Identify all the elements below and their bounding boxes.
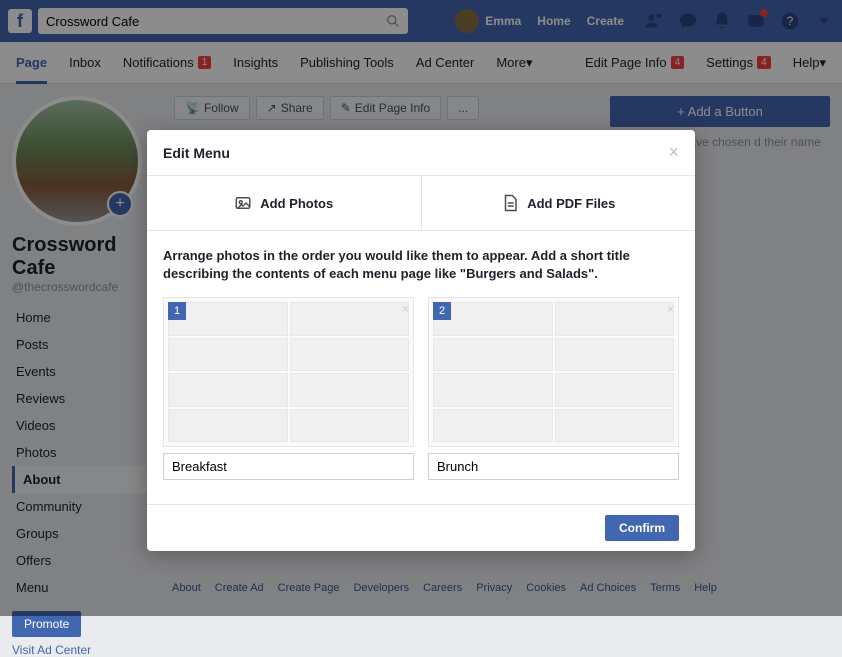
instruction-text: Arrange photos in the order you would li… xyxy=(163,247,679,283)
modal-overlay: Edit Menu × Add Photos Add PDF Files Arr… xyxy=(0,0,842,616)
close-icon[interactable]: × xyxy=(668,142,679,163)
visit-ad-center-link[interactable]: Visit Ad Center xyxy=(12,643,162,657)
modal-header: Edit Menu × xyxy=(147,130,695,176)
tab-label: Add Photos xyxy=(260,196,333,211)
photos-row: 1 × 2 × xyxy=(163,297,679,480)
photos-icon xyxy=(234,194,252,212)
menu-photo-2[interactable]: 2 × xyxy=(428,297,679,447)
add-pdf-tab[interactable]: Add PDF Files xyxy=(422,176,696,230)
order-badge: 2 xyxy=(433,302,451,320)
tab-label: Add PDF Files xyxy=(527,196,615,211)
menu-title-input-1[interactable] xyxy=(163,453,414,480)
photo-group-2: 2 × xyxy=(428,297,679,480)
confirm-button[interactable]: Confirm xyxy=(605,515,679,541)
menu-title-input-2[interactable] xyxy=(428,453,679,480)
add-photos-tab[interactable]: Add Photos xyxy=(147,176,422,230)
pdf-icon xyxy=(501,194,519,212)
menu-photo-1[interactable]: 1 × xyxy=(163,297,414,447)
remove-photo-icon[interactable]: × xyxy=(667,302,674,316)
modal-footer: Confirm xyxy=(147,504,695,551)
order-badge: 1 xyxy=(168,302,186,320)
edit-menu-modal: Edit Menu × Add Photos Add PDF Files Arr… xyxy=(147,130,695,551)
remove-photo-icon[interactable]: × xyxy=(402,302,409,316)
photo-group-1: 1 × xyxy=(163,297,414,480)
modal-body: Arrange photos in the order you would li… xyxy=(147,231,695,504)
modal-tabs: Add Photos Add PDF Files xyxy=(147,176,695,231)
modal-title: Edit Menu xyxy=(163,145,230,161)
